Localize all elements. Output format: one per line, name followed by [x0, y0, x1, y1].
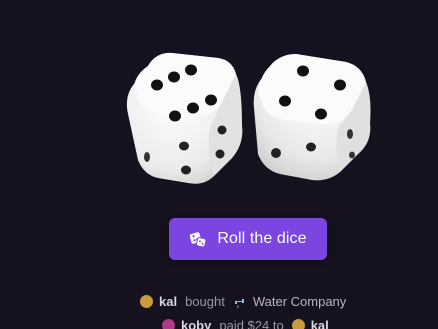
- game-board: Roll the dice kal bought Water Company k…: [0, 0, 438, 329]
- feed-target: Water Company: [252, 294, 347, 309]
- avatar: [140, 295, 153, 308]
- dice-area: [0, 0, 438, 200]
- feed-action: paid $24 to: [219, 318, 284, 329]
- roll-dice-button[interactable]: Roll the dice: [169, 218, 327, 260]
- avatar: [162, 319, 175, 329]
- feed-action: bought: [185, 294, 225, 309]
- avatar: [291, 319, 305, 329]
- feed-item: kal bought Water Company: [140, 294, 346, 309]
- feed-item: koby paid $24 to kal: [162, 318, 337, 329]
- activity-feed: kal bought Water Company koby paid $24 t…: [0, 290, 438, 329]
- player-name: kal: [310, 318, 329, 329]
- dice-icon: [189, 230, 207, 248]
- player-name: kal: [159, 294, 178, 309]
- player-name: koby: [181, 318, 212, 329]
- right-die: [253, 54, 371, 181]
- roll-dice-label: Roll the dice: [217, 230, 307, 247]
- water-company-icon: [233, 295, 247, 309]
- left-die: [126, 52, 243, 184]
